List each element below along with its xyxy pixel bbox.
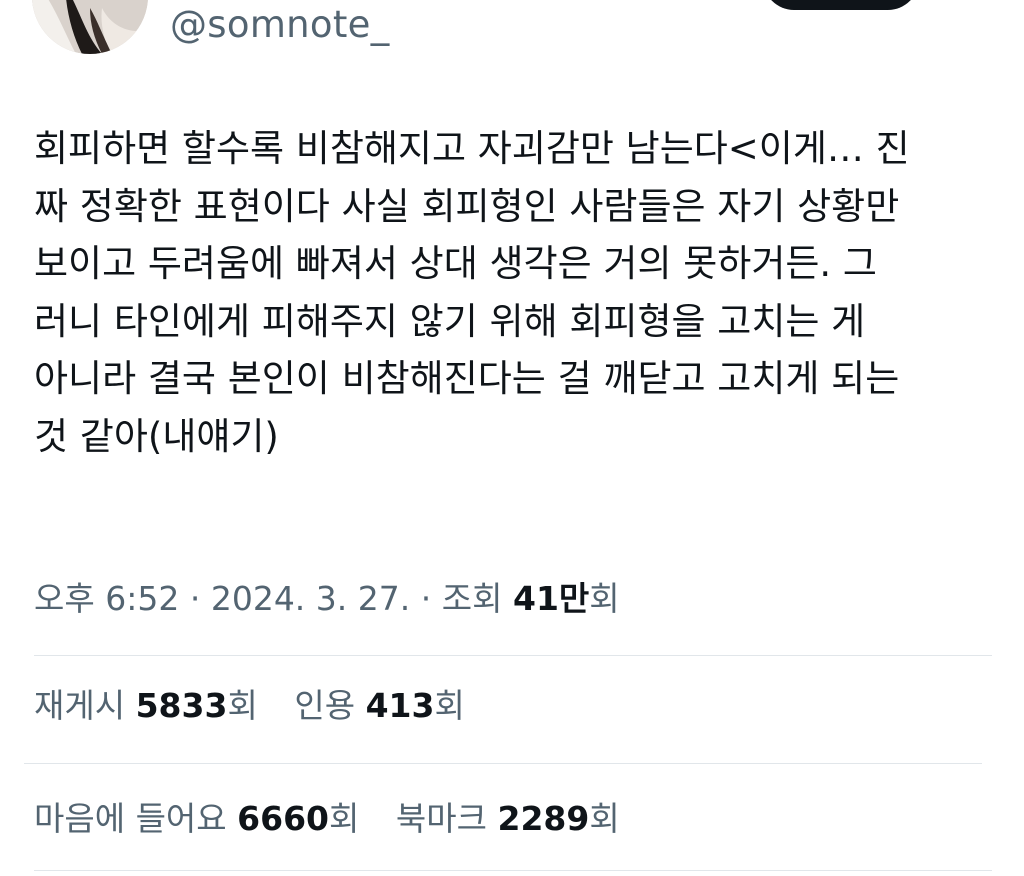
retweets-stat[interactable]: 재게시 5833회	[34, 686, 268, 725]
views-label: 조회	[441, 579, 503, 618]
quotes-count: 413	[365, 686, 435, 725]
author-handle[interactable]: @somnote_	[170, 2, 390, 48]
divider	[24, 763, 982, 764]
bookmarks-count: 2289	[497, 799, 590, 838]
avatar[interactable]	[32, 0, 148, 54]
tweet-meta: 오후 6:52 · 2024. 3. 27. · 조회 41만회	[34, 576, 620, 622]
meta-separator: ·	[189, 579, 201, 618]
bookmarks-suffix: 회	[589, 799, 620, 838]
bookmarks-label: 북마크	[395, 799, 487, 838]
tweet-date[interactable]: 2024. 3. 27.	[211, 579, 410, 618]
follow-button[interactable]	[763, 0, 919, 10]
retweets-suffix: 회	[227, 686, 258, 725]
divider	[34, 655, 992, 656]
profile-photo	[32, 0, 148, 54]
views-count: 41만	[512, 579, 590, 618]
views-suffix: 회	[589, 579, 620, 618]
retweets-count: 5833	[135, 686, 228, 725]
stats-row-likes: 마음에 들어요 6660회 북마크 2289회	[34, 796, 646, 842]
quotes-label: 인용	[294, 686, 356, 725]
retweets-label: 재게시	[34, 686, 126, 725]
quotes-suffix: 회	[434, 686, 465, 725]
bookmarks-stat[interactable]: 북마크 2289회	[396, 799, 620, 838]
stats-row-reposts: 재게시 5833회 인용 413회	[34, 683, 491, 729]
tweet-text: 회피하면 할수록 비참해지고 자괴감만 남는다<이게… 진 짜 정확한 표현이다…	[34, 127, 910, 458]
likes-suffix: 회	[329, 799, 360, 838]
likes-count: 6660	[237, 799, 330, 838]
likes-label: 마음에 들어요	[34, 799, 227, 838]
tweet-time[interactable]: 오후 6:52	[34, 579, 179, 618]
likes-stat[interactable]: 마음에 들어요 6660회	[34, 799, 370, 838]
divider	[34, 870, 992, 871]
meta-separator: ·	[420, 579, 432, 618]
quotes-stat[interactable]: 인용 413회	[294, 686, 465, 725]
